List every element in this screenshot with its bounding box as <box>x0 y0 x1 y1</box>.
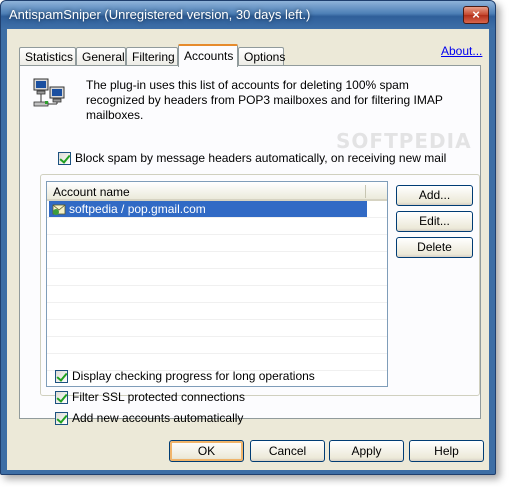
list-item-empty <box>47 269 387 286</box>
softpedia-watermark: SOFTPEDIA <box>336 129 472 153</box>
about-link[interactable]: About... <box>441 44 482 58</box>
display-progress-checkbox[interactable] <box>55 369 68 383</box>
list-item-empty <box>47 218 387 235</box>
list-item-empty <box>47 286 387 303</box>
help-button[interactable]: Help <box>409 440 484 462</box>
ok-button[interactable]: OK <box>169 440 244 462</box>
dialog-client-area: Statistics General Filtering Accounts Op… <box>7 29 489 470</box>
accounts-description: The plug-in uses this list of accounts f… <box>86 78 443 122</box>
delete-account-button[interactable]: Delete <box>396 237 473 258</box>
window-title: AntispamSniper (Unregistered version, 30… <box>9 7 311 22</box>
list-item-empty <box>47 235 387 252</box>
filter-ssl-checkbox[interactable] <box>55 390 68 404</box>
list-item-empty <box>47 337 387 354</box>
add-account-button[interactable]: Add... <box>396 185 473 206</box>
tab-general[interactable]: General <box>76 47 126 66</box>
accounts-list[interactable]: Account name softpedia / pop.gmail.com <box>46 181 388 387</box>
filter-ssl-label: Filter SSL protected connections <box>72 390 245 404</box>
list-item-empty <box>47 303 387 320</box>
column-separator[interactable] <box>365 185 366 198</box>
list-item-empty <box>47 320 387 337</box>
network-computers-icon <box>33 78 65 107</box>
tab-accounts[interactable]: Accounts <box>178 44 238 67</box>
accounts-tab-panel: The plug-in uses this list of accounts f… <box>19 65 481 425</box>
edit-account-button[interactable]: Edit... <box>396 211 473 232</box>
filter-ssl-checkbox-row[interactable]: Filter SSL protected connections <box>55 389 245 405</box>
add-new-accounts-checkbox[interactable] <box>55 411 68 425</box>
add-new-accounts-checkbox-row[interactable]: Add new accounts automatically <box>55 410 243 426</box>
tab-filtering[interactable]: Filtering <box>126 47 178 66</box>
close-icon: × <box>472 7 480 22</box>
dialog-window: AntispamSniper (Unregistered version, 30… <box>0 0 496 475</box>
list-item-empty <box>47 252 387 269</box>
tab-options[interactable]: Options <box>238 47 285 66</box>
accounts-group-box: Account name softpedia / pop.gmail.com A… <box>40 174 480 396</box>
block-spam-checkbox[interactable] <box>58 151 71 165</box>
column-header-account-name[interactable]: Account name <box>53 185 130 199</box>
display-progress-checkbox-row[interactable]: Display checking progress for long opera… <box>55 368 315 384</box>
apply-button[interactable]: Apply <box>329 440 404 462</box>
cancel-button[interactable]: Cancel <box>250 440 325 462</box>
block-spam-label: Block spam by message headers automatica… <box>75 151 447 165</box>
list-item[interactable]: softpedia / pop.gmail.com <box>47 201 387 218</box>
account-name-cell[interactable]: softpedia / pop.gmail.com <box>49 201 367 217</box>
tab-statistics[interactable]: Statistics <box>19 47 76 66</box>
account-name-text: softpedia / pop.gmail.com <box>69 202 206 216</box>
display-progress-label: Display checking progress for long opera… <box>72 369 315 383</box>
add-new-accounts-label: Add new accounts automatically <box>72 411 244 425</box>
list-rows: softpedia / pop.gmail.com <box>47 201 387 386</box>
title-bar[interactable]: AntispamSniper (Unregistered version, 30… <box>1 1 495 29</box>
mail-account-icon <box>52 204 66 215</box>
close-button[interactable]: × <box>463 6 489 24</box>
list-header: Account name <box>47 182 387 201</box>
